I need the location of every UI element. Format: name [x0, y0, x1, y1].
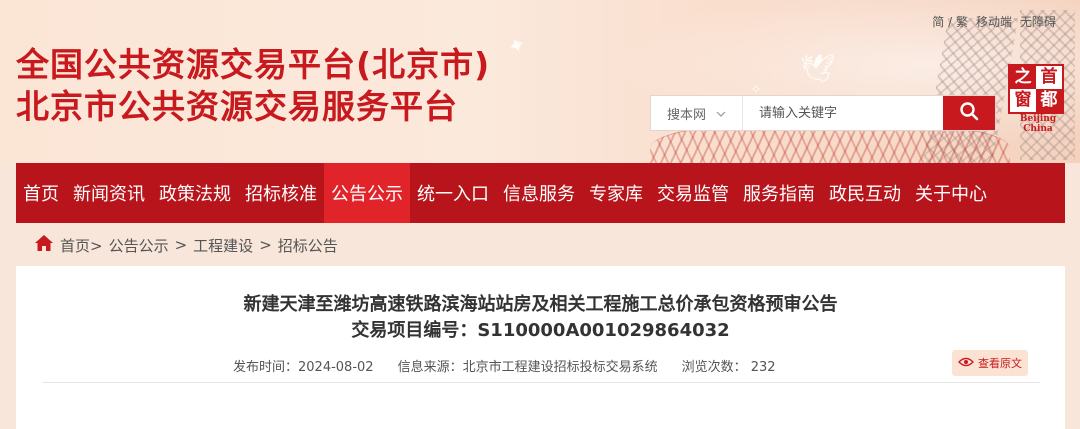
publish-time: 发布时间：2024-08-02: [233, 360, 374, 375]
article-project-number: 交易项目编号：S110000A001029864032: [351, 320, 730, 341]
dove-icon: ✦: [504, 31, 531, 62]
search-button[interactable]: [943, 96, 995, 130]
nav-item-bid-approval[interactable]: 招标核准: [238, 163, 324, 223]
breadcrumb: 首页> 公告公示 > 工程建设 > 招标公告: [34, 233, 338, 257]
site-header: ✦ 🕊 ✧ 全国公共资源交易平台(北京市) 北京市公共资源交易服务平台 简 / …: [0, 0, 1080, 163]
article-card: 新建天津至潍坊高速铁路滨海站站房及相关工程施工总价承包资格预审公告 交易项目编号…: [16, 266, 1065, 429]
view-original-label: 查看原文: [978, 357, 1022, 370]
breadcrumb-separator: >: [174, 236, 188, 254]
site-title-line1: 全国公共资源交易平台(北京市): [16, 45, 491, 84]
nav-item-expert-library[interactable]: 专家库: [582, 163, 650, 223]
logo-char: 都: [1036, 89, 1062, 112]
site-title[interactable]: 全国公共资源交易平台(北京市) 北京市公共资源交易服务平台: [16, 44, 490, 128]
top-links: 简 / 繁 移动端 无障碍: [932, 13, 1056, 30]
nav-item-interaction[interactable]: 政民互动: [822, 163, 908, 223]
logo-char: 之: [1010, 66, 1036, 89]
info-source: 信息来源：北京市工程建设招标投标交易系统: [397, 360, 658, 375]
search-icon: [959, 101, 979, 125]
logo-char: 窗: [1014, 90, 1032, 110]
chevron-down-icon: [716, 106, 726, 121]
mobile-link[interactable]: 移动端: [976, 13, 1012, 30]
nav-item-info-service[interactable]: 信息服务: [496, 163, 582, 223]
logo-stamp: 之 首 窗 都: [1008, 64, 1064, 114]
capital-window-logo[interactable]: 之 首 窗 都 Beijing China: [1008, 64, 1068, 134]
view-original-button[interactable]: 查看原文: [952, 350, 1028, 376]
site-title-line2: 北京市公共资源交易服务平台: [16, 87, 458, 126]
nav-item-service-guide[interactable]: 服务指南: [736, 163, 822, 223]
search-input[interactable]: [743, 96, 943, 130]
nav-item-news[interactable]: 新闻资讯: [66, 163, 152, 223]
nav-item-announcements[interactable]: 公告公示: [324, 163, 410, 223]
nav-item-home[interactable]: 首页: [16, 163, 66, 223]
nav-item-unified-entry[interactable]: 统一入口: [410, 163, 496, 223]
article-title: 新建天津至潍坊高速铁路滨海站站房及相关工程施工总价承包资格预审公告: [243, 294, 838, 315]
nav-item-supervision[interactable]: 交易监管: [650, 163, 736, 223]
breadcrumb-bid-notice-link[interactable]: 招标公告: [278, 235, 338, 256]
divider: [42, 382, 1040, 383]
nav-item-about[interactable]: 关于中心: [908, 163, 994, 223]
article-meta: 发布时间：2024-08-02 信息来源：北京市工程建设招标投标交易系统 浏览次…: [233, 356, 776, 375]
logo-caption: Beijing China: [1019, 114, 1057, 134]
view-count: 浏览次数： 232: [681, 360, 776, 375]
breadcrumb-home-link[interactable]: 首页>: [60, 235, 103, 256]
dove-icon: 🕊: [800, 52, 836, 85]
search-bar: 搜本网: [650, 95, 996, 131]
search-scope-label: 搜本网: [666, 107, 706, 123]
main-nav: 首页 新闻资讯 政策法规 招标核准 公告公示 统一入口 信息服务 专家库 交易监…: [16, 163, 1065, 223]
home-icon[interactable]: [34, 234, 54, 256]
lang-toggle-link[interactable]: 简 / 繁: [932, 13, 968, 30]
search-scope-select[interactable]: 搜本网: [651, 96, 743, 130]
breadcrumb-announcements-link[interactable]: 公告公示: [109, 235, 169, 256]
breadcrumb-engineering-link[interactable]: 工程建设: [193, 235, 253, 256]
nav-item-policy[interactable]: 政策法规: [152, 163, 238, 223]
eye-icon: [958, 357, 974, 370]
breadcrumb-separator: >: [259, 236, 272, 254]
logo-char: 首: [1040, 67, 1058, 87]
accessibility-link[interactable]: 无障碍: [1020, 13, 1056, 30]
